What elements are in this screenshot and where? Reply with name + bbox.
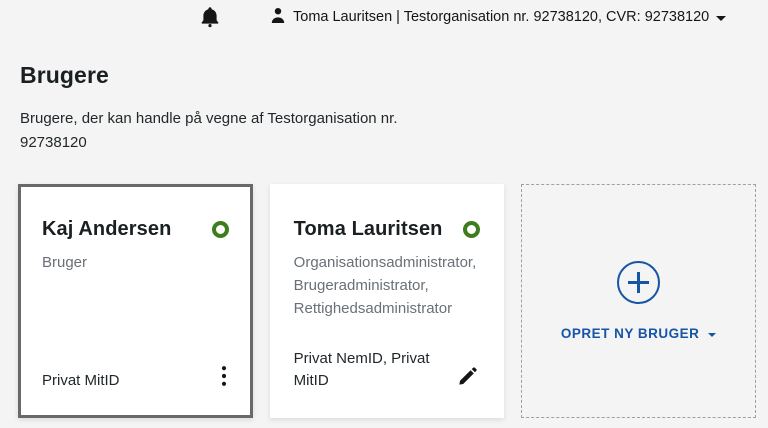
person-icon xyxy=(270,7,286,27)
card-footer: Privat MitID xyxy=(42,363,229,392)
edit-user-button[interactable] xyxy=(455,364,480,392)
user-credentials: Privat MitID xyxy=(42,370,120,392)
create-user-button[interactable]: OPRET NY BRUGER xyxy=(561,326,717,341)
top-bar: Toma Lauritsen | Testorganisation nr. 92… xyxy=(0,0,768,44)
page-subtitle: Brugere, der kan handle på vegne af Test… xyxy=(20,107,460,155)
bell-icon xyxy=(200,6,220,31)
active-status-icon xyxy=(463,221,480,238)
user-account-label: Toma Lauritsen | Testorganisation nr. 92… xyxy=(293,9,709,25)
create-user-label: OPRET NY BRUGER xyxy=(561,326,700,341)
user-name: Kaj Andersen xyxy=(42,218,171,241)
page-header: Brugere Brugere, der kan handle på vegne… xyxy=(20,62,480,155)
chevron-down-icon xyxy=(708,333,716,337)
user-roles: Organisationsadministrator, Brugeradmini… xyxy=(294,251,474,320)
create-user-card[interactable]: OPRET NY BRUGER xyxy=(521,184,756,418)
active-status-icon xyxy=(212,221,229,238)
user-name: Toma Lauritsen xyxy=(294,218,443,241)
card-actions-button[interactable] xyxy=(219,363,229,392)
plus-circle-icon xyxy=(617,261,660,304)
page-title: Brugere xyxy=(20,62,480,89)
edit-pencil-icon xyxy=(457,366,478,390)
card-footer: Privat NemID, Privat MitID xyxy=(294,348,481,392)
user-credentials: Privat NemID, Privat MitID xyxy=(294,348,454,392)
kebab-menu-icon xyxy=(221,365,227,390)
card-header: Toma Lauritsen xyxy=(294,218,481,241)
user-account-menu[interactable]: Toma Lauritsen | Testorganisation nr. 92… xyxy=(270,7,726,27)
user-roles: Bruger xyxy=(42,251,222,274)
notifications-button[interactable] xyxy=(198,6,222,30)
user-card-toma-lauritsen[interactable]: Toma Lauritsen Organisationsadministrato… xyxy=(270,184,505,418)
card-header: Kaj Andersen xyxy=(42,218,229,241)
user-card-kaj-andersen[interactable]: Kaj Andersen Bruger Privat MitID xyxy=(18,184,253,418)
user-card-grid: Kaj Andersen Bruger Privat MitID Toma La… xyxy=(18,184,756,418)
chevron-down-icon xyxy=(716,16,726,21)
